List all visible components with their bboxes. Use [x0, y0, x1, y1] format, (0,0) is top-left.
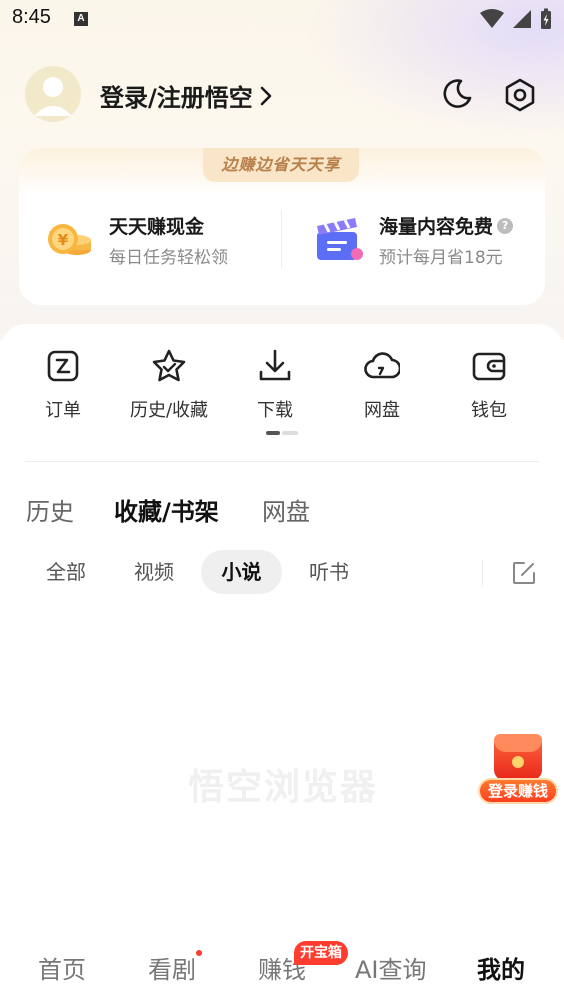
section-divider: [25, 461, 539, 462]
quick-action-history-label: 历史/收藏: [129, 400, 209, 421]
order-icon: [47, 350, 79, 382]
clapperboard-icon: [317, 218, 363, 260]
quick-action-order-label: 订单: [45, 400, 81, 421]
filter-audiobook[interactable]: 听书: [293, 550, 365, 594]
promo-free-title-text: 海量内容免费: [379, 216, 494, 238]
login-register-link[interactable]: 登录/注册悟空: [100, 78, 273, 113]
notification-a-icon: A: [74, 12, 88, 26]
wifi-icon: [480, 9, 504, 28]
promo-earn-cash[interactable]: ¥ 天天赚现金 每日任务轻松领: [43, 212, 228, 268]
empty-state-watermark: 悟空浏览器: [187, 767, 378, 808]
red-packet-coin: [512, 756, 524, 768]
quick-action-wallet[interactable]: 钱包: [444, 348, 534, 422]
tab-history[interactable]: 历史: [26, 492, 74, 527]
promo-free-subtitle: 预计每月省18元: [379, 248, 503, 268]
signal-icon: [513, 10, 531, 28]
tab-cloud-drive[interactable]: 网盘: [262, 492, 310, 527]
settings-gear-icon[interactable]: [502, 77, 538, 113]
tab-favorites-bookshelf[interactable]: 收藏/书架: [114, 492, 219, 527]
nav-mine[interactable]: 我的: [477, 950, 525, 985]
page-indicator-inactive: [282, 431, 298, 435]
nav-ai-search[interactable]: AI查询: [355, 950, 427, 985]
login-earn-label: 登录赚钱: [478, 778, 558, 804]
cloud-icon: [364, 352, 402, 379]
filter-divider: [482, 560, 483, 586]
download-icon: [259, 349, 291, 381]
user-avatar-icon: [25, 66, 81, 122]
svg-text:¥: ¥: [58, 231, 69, 249]
page-indicator: [266, 431, 298, 435]
quick-action-download[interactable]: 下载: [230, 348, 320, 422]
status-icons: [480, 8, 552, 30]
quick-action-wallet-label: 钱包: [471, 400, 507, 421]
avatar[interactable]: [25, 66, 81, 122]
treasure-box-badge: 开宝箱: [294, 941, 348, 965]
quick-action-cloud-label: 网盘: [364, 400, 400, 421]
edit-icon[interactable]: [511, 560, 537, 586]
bottom-nav: 首页 看剧 赚钱 AI查询 我的: [0, 934, 564, 1004]
quick-action-cloud-drive[interactable]: 网盘: [337, 348, 427, 422]
chevron-right-icon: [260, 86, 272, 105]
quick-action-order[interactable]: 订单: [18, 348, 108, 422]
promo-card: 边赚边省天天享 ¥ 天天赚现金 每日任务轻松领 海量内容免费 ? 预计每月省18…: [19, 148, 545, 305]
nav-drama[interactable]: 看剧: [148, 950, 196, 985]
night-mode-moon-icon[interactable]: [440, 77, 474, 111]
filter-all[interactable]: 全部: [30, 550, 102, 594]
red-packet-flap: [494, 734, 542, 752]
main-sheet: [0, 324, 564, 1004]
status-bar: 8:45 A: [0, 0, 564, 40]
login-label: 登录/注册悟空: [100, 84, 253, 112]
page-indicator-active: [266, 431, 280, 435]
filter-video[interactable]: 视频: [118, 550, 190, 594]
coins-icon: ¥: [48, 224, 91, 255]
promo-earn-title: 天天赚现金: [109, 216, 205, 238]
star-icon: [152, 349, 186, 382]
quick-action-history-favorites[interactable]: 历史/收藏: [124, 348, 214, 422]
new-dot-badge: [196, 950, 202, 956]
promo-free-title: 海量内容免费 ?: [379, 212, 514, 239]
quick-action-download-label: 下载: [257, 400, 293, 421]
filter-novel[interactable]: 小说: [201, 550, 282, 594]
promo-divider: [281, 210, 282, 268]
info-icon[interactable]: ?: [497, 217, 514, 234]
promo-tab-label: 边赚边省天天享: [203, 148, 359, 182]
promo-earn-subtitle: 每日任务轻松领: [109, 248, 228, 268]
battery-icon: [541, 8, 551, 29]
wallet-icon: [472, 352, 506, 381]
promo-free-content[interactable]: 海量内容免费 ? 预计每月省18元: [313, 212, 514, 268]
nav-home[interactable]: 首页: [38, 950, 86, 985]
status-time: 8:45: [12, 6, 51, 28]
login-earn-float-button[interactable]: 登录赚钱: [478, 734, 558, 806]
